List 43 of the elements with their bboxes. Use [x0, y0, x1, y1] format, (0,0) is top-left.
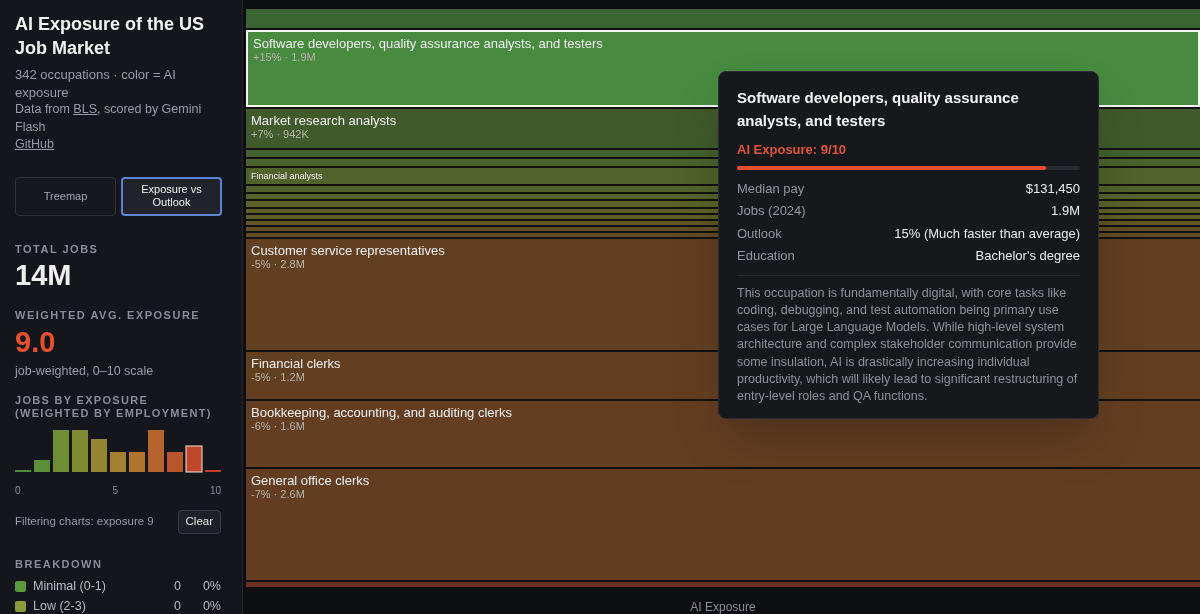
fact-value: $131,450: [1025, 179, 1080, 197]
occupation-detail: -6% · 1.6M: [251, 420, 305, 433]
exposure-score: AI Exposure: 9/10: [737, 141, 848, 159]
occupation-detail: -5% · 1.2M: [251, 371, 305, 384]
occupation-detail: -5% · 2.8M: [251, 258, 305, 271]
occupation-name: Bookkeeping, accounting, and auditing clerks: [251, 405, 512, 420]
occupation-detail: +7% · 942K: [251, 128, 309, 141]
page-title: AI Exposure of the US Job Market: [15, 13, 206, 60]
occupation-name: Software developers, quality assurance analysts, and testers: [253, 36, 603, 51]
category-count: 0: [173, 597, 181, 614]
category-count: 0: [173, 577, 181, 595]
occupation-detail: +15% · 1.9M: [253, 51, 316, 64]
occupation-name: Financial analysts: [251, 171, 323, 181]
category-share: 0%: [201, 597, 221, 614]
category-name: Minimal (0-1): [33, 577, 107, 595]
source-text: Data from BLS, scored by Gemini Flash: [15, 101, 203, 136]
histogram-label: JOBS BY EXPOSURE (WEIGHTED BY EMPLOYMENT): [15, 394, 213, 421]
avg-exposure-value: 9.0: [15, 324, 57, 360]
subtitle-text: 342 occupations · color = AI exposure: [15, 66, 177, 101]
fact-label: Outlook: [737, 224, 782, 242]
breakdown-label: BREAKDOWN: [15, 556, 104, 572]
axis-tick: 5: [112, 484, 118, 499]
fact-label: Jobs (2024): [737, 202, 806, 220]
fact-value: 15% (Much faster than average): [894, 224, 1080, 242]
fact-value: Bachelor's degree: [975, 247, 1080, 265]
fact-value: 1.9M: [1051, 202, 1080, 220]
occupation-name: Financial clerks: [251, 356, 341, 371]
scale-note: job-weighted, 0–10 scale: [15, 362, 155, 380]
occupation-name: General office clerks: [251, 473, 370, 488]
fact-label: Education: [737, 247, 795, 265]
occupation-detail: -7% · 2.6M: [251, 488, 305, 501]
axis-label: AI Exposure: [690, 600, 756, 614]
occupation-name: Customer service representatives: [251, 243, 445, 258]
avg-exposure-label: WEIGHTED AVG. EXPOSURE: [15, 308, 202, 323]
occupation-name: Market research analysts: [251, 113, 397, 128]
axis-tick: 0: [15, 484, 21, 499]
filter-text: Filtering charts: exposure 9: [15, 514, 154, 530]
total-jobs-value: 14M: [15, 258, 73, 293]
category-share: 0%: [201, 577, 221, 595]
category-name: Low (2-3): [33, 597, 87, 614]
axis-tick: 10: [209, 484, 221, 499]
fact-label: Median pay: [737, 179, 805, 197]
total-jobs-label: TOTAL JOBS: [15, 241, 100, 257]
